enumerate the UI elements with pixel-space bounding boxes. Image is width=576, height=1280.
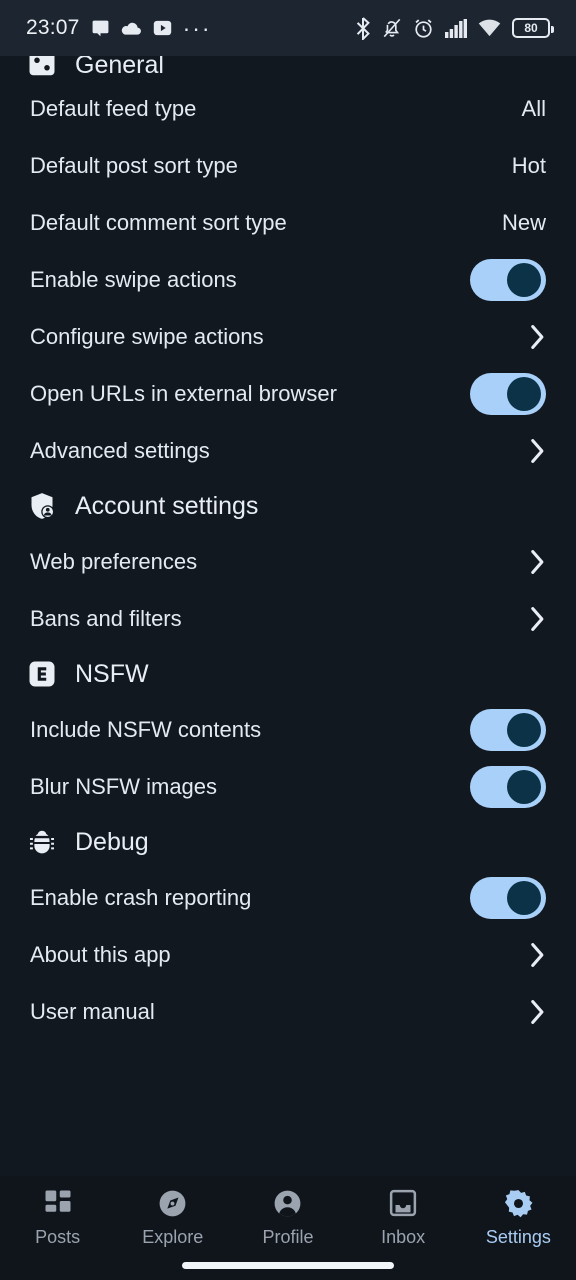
row-label: Configure swipe actions (30, 323, 264, 349)
nav-item-label: Settings (485, 1227, 551, 1247)
row-label: Advanced settings (30, 437, 210, 463)
battery-icon: 80 (512, 18, 554, 38)
chat-bubble-icon (91, 19, 110, 38)
explicit-badge-icon (26, 658, 58, 690)
gear-icon[interactable] (503, 1186, 534, 1220)
chevron-right-icon (530, 999, 546, 1025)
row-enable-crash-reporting[interactable]: Enable crash reporting (0, 869, 576, 926)
section-header-debug: Debug (0, 815, 576, 869)
row-web-preferences[interactable]: Web preferences (0, 533, 576, 590)
section-title: NSFW (75, 659, 149, 688)
alarm-icon (413, 18, 434, 39)
row-label: Open URLs in external browser (30, 380, 337, 406)
row-default-comment-sort-type[interactable]: Default comment sort type New (0, 194, 576, 251)
row-include-nsfw-contents[interactable]: Include NSFW contents (0, 701, 576, 758)
row-label: Default comment sort type (30, 209, 287, 235)
chevron-right-icon (530, 438, 546, 464)
shield-account-icon (26, 490, 58, 522)
bug-icon (26, 826, 58, 858)
chevron-right-icon (530, 324, 546, 350)
chevron-right-icon (530, 549, 546, 575)
toggle-switch[interactable] (470, 258, 546, 301)
toggle-switch[interactable] (470, 876, 546, 919)
toggle-knob (507, 262, 541, 297)
row-label: About this app (30, 941, 171, 967)
row-value: Hot (511, 152, 546, 178)
nav-item-label: Profile (262, 1227, 314, 1247)
section-title: General (75, 56, 164, 79)
status-bar-right: 80 (355, 16, 554, 40)
home-indicator (182, 1262, 394, 1269)
row-default-feed-type[interactable]: Default feed type All (0, 80, 576, 137)
nav-item-profile[interactable]: Profile (230, 1186, 345, 1248)
toggle-switch[interactable] (470, 372, 546, 415)
row-bans-and-filters[interactable]: Bans and filters (0, 590, 576, 647)
person-circle-icon[interactable] (272, 1186, 303, 1220)
section-header-nsfw: NSFW (0, 647, 576, 701)
row-label: Blur NSFW images (30, 773, 218, 799)
row-advanced-settings[interactable]: Advanced settings (0, 422, 576, 479)
bluetooth-icon (355, 16, 371, 40)
row-blur-nsfw-images[interactable]: Blur NSFW images (0, 758, 576, 815)
settings-scroll-view[interactable]: General Default feed type All Default post … (0, 56, 576, 1176)
nav-item-explore[interactable]: Explore (115, 1186, 230, 1248)
row-label: Bans and filters (30, 605, 182, 631)
row-value: New (501, 209, 546, 235)
row-about-this-app[interactable]: About this app (0, 926, 576, 983)
status-bar-left: 23:07 ··· (26, 16, 212, 40)
toggle-knob (507, 769, 541, 804)
more-dots-icon: ··· (182, 15, 212, 41)
compass-icon[interactable] (157, 1186, 188, 1220)
inbox-tray-icon[interactable] (388, 1186, 418, 1220)
cloud-icon (121, 20, 142, 37)
row-label: Enable crash reporting (30, 884, 252, 910)
battery-level: 80 (524, 21, 538, 35)
phone-screen: 23:07 ··· 80 General Default feed type A… (0, 0, 576, 1280)
row-open-urls-external-browser[interactable]: Open URLs in external browser (0, 365, 576, 422)
chevron-right-icon (530, 942, 546, 968)
row-label: Default post sort type (30, 152, 238, 178)
nav-item-label: Explore (142, 1227, 204, 1247)
chevron-right-icon (530, 606, 546, 632)
notifications-muted-icon (382, 17, 402, 39)
wifi-icon (478, 19, 501, 38)
row-label: Default feed type (30, 95, 197, 121)
toggle-knob (507, 880, 541, 915)
section-header-account-settings: Account settings (0, 479, 576, 533)
row-user-manual[interactable]: User manual (0, 983, 576, 1040)
signal-icon (445, 18, 467, 38)
tune-sliders-icon (26, 56, 58, 80)
nav-item-posts[interactable]: Posts (0, 1186, 115, 1248)
row-label: Web preferences (30, 548, 198, 574)
status-bar-clock: 23:07 (26, 16, 80, 39)
toggle-switch[interactable] (470, 708, 546, 751)
toggle-knob (507, 712, 541, 747)
row-default-post-sort-type[interactable]: Default post sort type Hot (0, 137, 576, 194)
section-header-general: General (0, 56, 576, 80)
grid-dashboard-icon[interactable] (43, 1186, 73, 1220)
toggle-knob (507, 376, 541, 411)
row-configure-swipe-actions[interactable]: Configure swipe actions (0, 308, 576, 365)
toggle-switch[interactable] (470, 765, 546, 808)
row-enable-swipe-actions[interactable]: Enable swipe actions (0, 251, 576, 308)
row-label: Enable swipe actions (30, 266, 237, 292)
nav-item-settings[interactable]: Settings (461, 1186, 576, 1248)
status-bar: 23:07 ··· 80 (0, 0, 576, 56)
nav-item-label: Posts (35, 1227, 81, 1247)
nav-item-inbox[interactable]: Inbox (346, 1186, 461, 1248)
row-value: All (521, 95, 546, 121)
row-label: User manual (30, 998, 155, 1024)
youtube-icon (153, 20, 172, 36)
nav-item-label: Inbox (381, 1227, 426, 1247)
section-title: Account settings (75, 491, 259, 520)
section-title: Debug (75, 827, 149, 856)
row-label: Include NSFW contents (30, 716, 262, 742)
